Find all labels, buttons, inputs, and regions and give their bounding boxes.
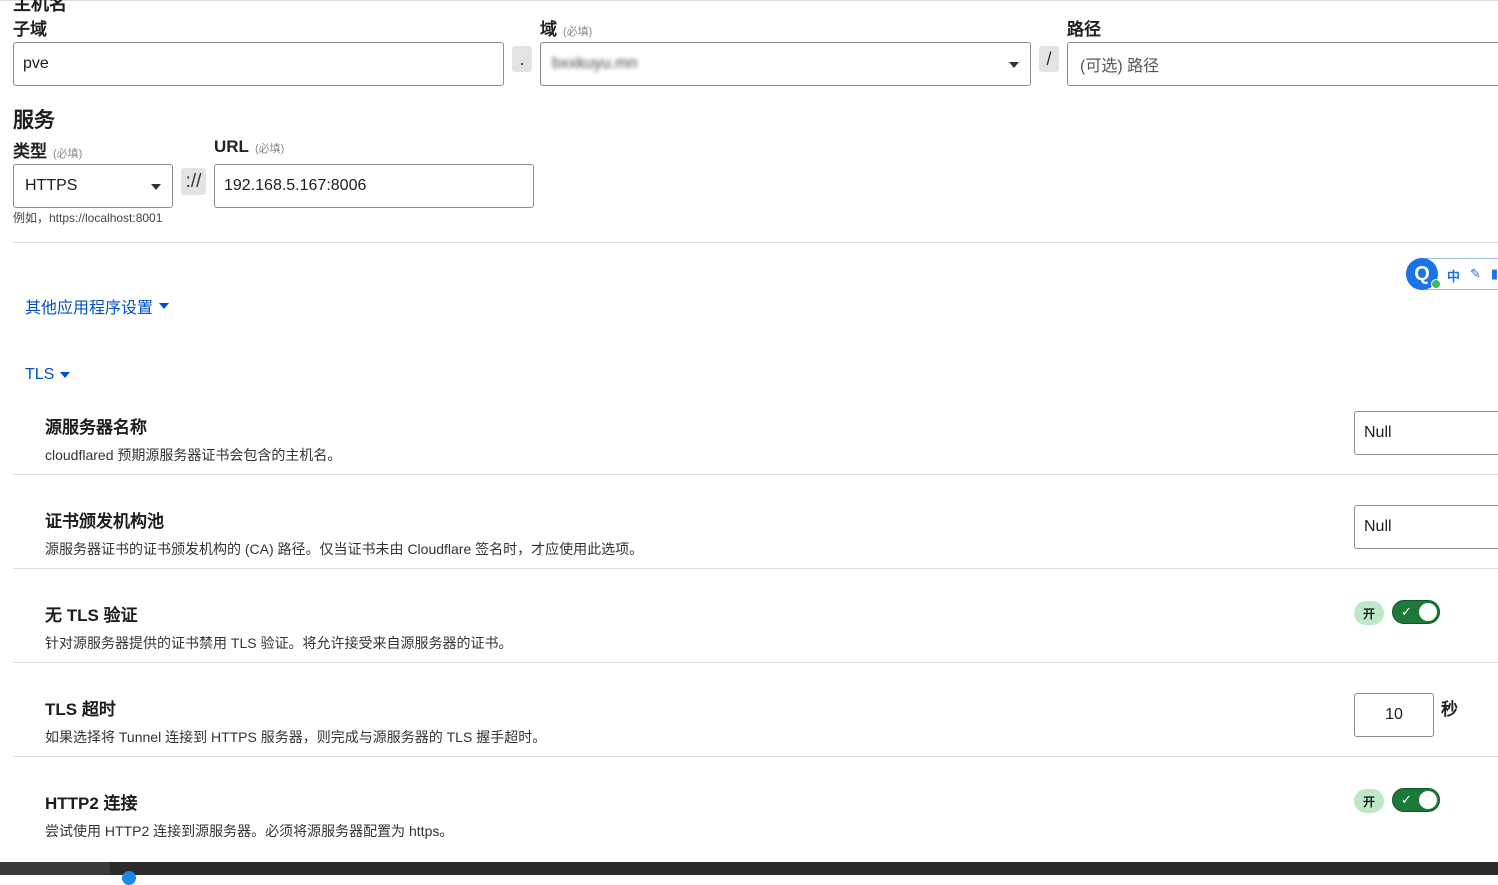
- divider: [13, 242, 1498, 243]
- origin-server-name-desc: cloudflared 预期源服务器证书会包含的主机名。: [45, 447, 342, 463]
- toggle-knob: [1419, 791, 1437, 809]
- path-placeholder: (可选) 路径: [1080, 58, 1160, 75]
- path-input[interactable]: (可选) 路径: [1067, 42, 1498, 86]
- section-title-hostname: 主机名: [13, 0, 67, 14]
- section-title-service: 服务: [13, 109, 55, 132]
- ca-pool-input[interactable]: Null: [1354, 505, 1498, 549]
- type-value: HTTPS: [25, 177, 78, 194]
- divider: [13, 756, 1498, 757]
- shirt-icon[interactable]: ▮: [1491, 266, 1498, 285]
- domain-value: bxxkuyu.mn: [552, 55, 638, 72]
- http2-title: HTTP2 连接: [45, 794, 138, 813]
- tls-timeout-desc: 如果选择将 Tunnel 连接到 HTTPS 服务器，则完成与源服务器的 TLS…: [45, 729, 547, 745]
- dot-separator: .: [512, 46, 532, 72]
- other-app-settings-toggle[interactable]: 其他应用程序设置: [25, 294, 170, 318]
- no-tls-verify-title: 无 TLS 验证: [45, 606, 138, 625]
- chevron-down-icon: [1009, 62, 1019, 68]
- subdomain-label: 子域: [13, 20, 47, 39]
- no-tls-verify-toggle[interactable]: ✓: [1392, 600, 1440, 624]
- status-dot-icon: [1431, 279, 1441, 289]
- ime-mode-button[interactable]: 中: [1447, 266, 1460, 285]
- tls-timeout-title: TLS 超时: [45, 700, 116, 719]
- type-select[interactable]: HTTPS: [13, 164, 173, 208]
- http2-desc: 尝试使用 HTTP2 连接到源服务器。必须将源服务器配置为 https。: [45, 823, 454, 839]
- toggle-knob: [1419, 603, 1437, 621]
- tls-timeout-unit: 秒: [1441, 700, 1458, 719]
- divider: [13, 662, 1498, 663]
- http2-state-badge: 开: [1354, 789, 1384, 813]
- caret-down-icon: [60, 372, 71, 378]
- domain-select[interactable]: bxxkuyu.mn: [540, 42, 1031, 86]
- http2-toggle[interactable]: ✓: [1392, 788, 1440, 812]
- path-label: 路径: [1067, 20, 1101, 39]
- tls-timeout-input[interactable]: 10: [1354, 693, 1434, 737]
- url-example-hint: 例如，https://localhost:8001: [13, 211, 163, 225]
- url-value: 192.168.5.167:8006: [224, 177, 367, 194]
- ca-pool-title: 证书颁发机构池: [45, 512, 164, 531]
- no-tls-verify-state-badge: 开: [1354, 601, 1384, 625]
- url-input[interactable]: 192.168.5.167:8006: [214, 164, 534, 208]
- ca-pool-desc: 源服务器证书的证书颁发机构的 (CA) 路径。仅当证书未由 Cloudflare…: [45, 541, 644, 557]
- pencil-icon[interactable]: ✎: [1470, 266, 1481, 285]
- subdomain-value: pve: [23, 55, 49, 72]
- ime-toolbar[interactable]: Q 中 ✎ ▮: [1406, 258, 1498, 290]
- slash-separator: /: [1039, 46, 1059, 72]
- check-icon: ✓: [1401, 792, 1412, 807]
- url-required: (必填): [254, 143, 285, 155]
- app-icon[interactable]: [122, 871, 136, 885]
- origin-server-name-title: 源服务器名称: [45, 418, 147, 437]
- taskbar: [0, 862, 1498, 885]
- check-icon: ✓: [1401, 604, 1412, 619]
- scheme-separator: ://: [181, 168, 206, 195]
- divider: [13, 474, 1498, 475]
- domain-label: 域 (必填): [540, 20, 593, 39]
- top-divider: [0, 0, 1498, 1]
- taskbar-item[interactable]: [0, 862, 110, 875]
- type-required: (必填): [53, 148, 83, 160]
- subdomain-input[interactable]: pve: [13, 42, 504, 86]
- url-label: URL (必填): [214, 137, 285, 156]
- chevron-down-icon: [151, 184, 161, 190]
- divider: [13, 568, 1498, 569]
- domain-required: (必填): [563, 26, 593, 38]
- type-label: 类型 (必填): [13, 142, 83, 161]
- tls-toggle[interactable]: TLS: [25, 366, 71, 384]
- caret-down-icon: [159, 303, 170, 309]
- origin-server-name-input[interactable]: Null: [1354, 411, 1498, 455]
- no-tls-verify-desc: 针对源服务器提供的证书禁用 TLS 验证。将允许接受来自源服务器的证书。: [45, 635, 513, 651]
